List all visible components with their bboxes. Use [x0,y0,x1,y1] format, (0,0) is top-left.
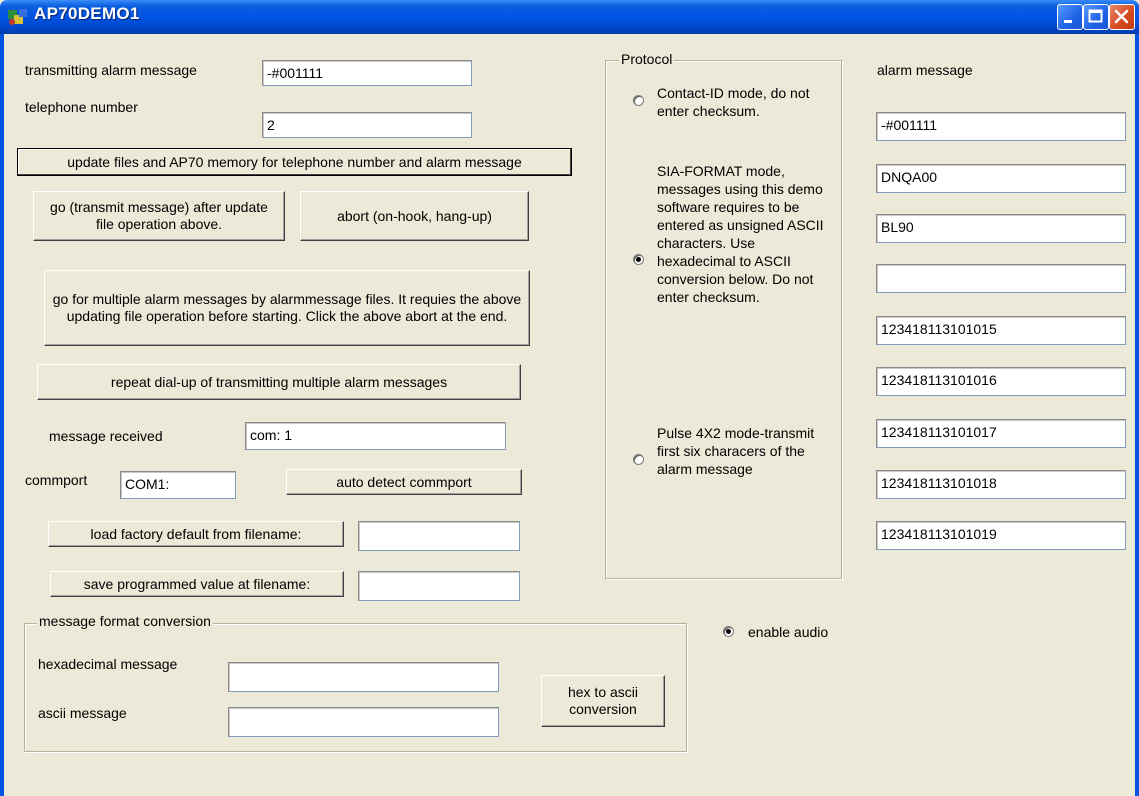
commport-label: commport [25,472,88,488]
alarm-message-input[interactable]: 123418113101019 [876,521,1126,550]
minimize-icon [1064,20,1072,23]
transmitting-input[interactable]: -#001111 [262,60,472,86]
alarm-message-input[interactable]: BL90 [876,214,1126,243]
protocol-group [605,60,842,579]
protocol-radio-pulse[interactable] [633,454,644,465]
alarm-message-input[interactable]: -#001111 [876,112,1126,141]
conversion-group-title: message format conversion [37,613,213,629]
radio-selected-dot [636,257,641,262]
alarm-message-input[interactable]: 123418113101017 [876,419,1126,448]
title-bar[interactable]: AP70DEMO1 [0,0,1139,34]
alarm-message-input[interactable]: 123418113101016 [876,367,1126,396]
protocol-radio-contact-id[interactable] [633,95,644,106]
alarm-message-input[interactable]: 123418113101015 [876,316,1126,345]
alarm-message-input[interactable]: DNQA00 [876,164,1126,193]
telephone-label: telephone number [25,99,138,115]
protocol-option-sia: SIA-FORMAT mode, messages using this dem… [657,163,824,305]
auto-detect-button[interactable]: auto detect commport [286,469,522,495]
close-button[interactable] [1109,4,1135,30]
repeat-dialup-button[interactable]: repeat dial-up of transmitting multiple … [37,364,521,400]
maximize-icon [1088,9,1103,23]
abort-button[interactable]: abort (on-hook, hang-up) [300,191,529,241]
ascii-label: ascii message [38,705,127,721]
window-title: AP70DEMO1 [34,4,140,23]
ascii-input[interactable] [228,707,499,737]
commport-input[interactable]: COM1: [120,471,236,499]
app-icon [8,9,27,25]
hex-input[interactable] [228,662,499,692]
alarm-message-input[interactable]: 123418113101018 [876,470,1126,499]
go-transmit-button[interactable]: go (transmit message) after update file … [33,191,285,241]
minimize-button[interactable] [1057,4,1083,30]
enable-audio-radio[interactable] [723,626,734,637]
received-label: message received [49,428,163,444]
maximize-button[interactable] [1083,4,1109,30]
load-default-button[interactable]: load factory default from filename: [48,521,344,547]
update-files-button[interactable]: update files and AP70 memory for telepho… [17,148,572,176]
save-programmed-button[interactable]: save programmed value at filename: [50,571,344,597]
radio-selected-dot [726,629,731,634]
save-filename-input[interactable] [358,571,520,601]
close-icon [1114,9,1129,24]
window-frame-right [1135,34,1139,796]
hex-label: hexadecimal message [38,656,178,672]
protocol-group-title: Protocol [619,51,675,67]
multi-alarm-button[interactable]: go for multiple alarm messages by alarmm… [44,270,530,346]
transmitting-label: transmitting alarm message [25,62,197,78]
load-filename-input[interactable] [358,521,520,551]
protocol-radio-sia[interactable] [633,254,644,265]
alarm-message-input[interactable] [876,264,1126,293]
alarm-message-label: alarm message [877,62,973,78]
received-input[interactable]: com: 1 [245,422,506,450]
hex-to-ascii-button[interactable]: hex to ascii conversion [541,675,665,727]
telephone-input[interactable]: 2 [262,112,472,138]
protocol-option-pulse: Pulse 4X2 mode-transmit first six charac… [657,425,815,477]
enable-audio-label: enable audio [748,624,829,640]
window-frame-left [0,34,4,796]
protocol-option-contact-id: Contact-ID mode, do not enter checksum. [657,85,810,119]
